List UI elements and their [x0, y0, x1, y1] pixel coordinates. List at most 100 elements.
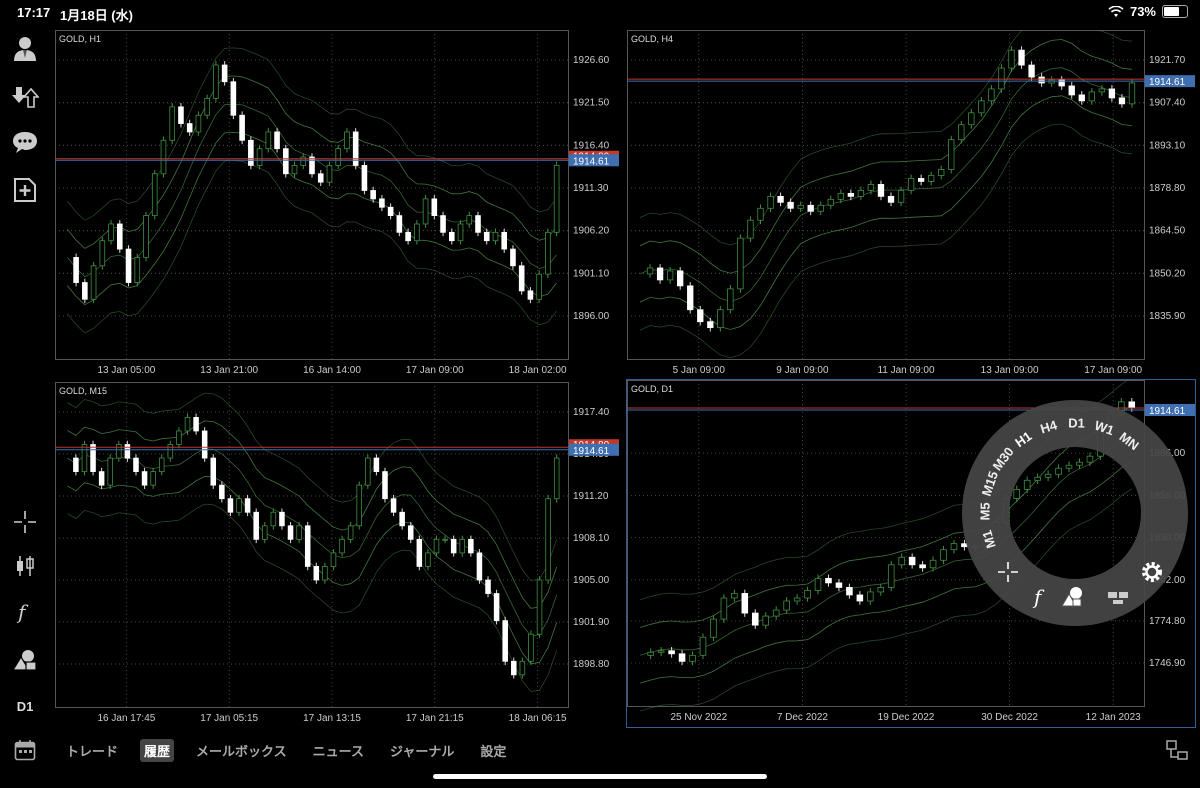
candle-body: [201, 430, 208, 459]
candle-body: [322, 566, 328, 581]
candle-body: [90, 444, 96, 473]
candle-body: [536, 273, 542, 300]
price-tick-label: 1896.00: [573, 311, 610, 322]
candle-body: [1078, 94, 1085, 102]
tab-item[interactable]: メールボックス: [192, 739, 291, 762]
candle-body: [399, 511, 405, 527]
candle-body: [167, 444, 174, 459]
candle-body: [646, 267, 654, 275]
candle-body: [370, 190, 376, 200]
indicators-icon[interactable]: f: [0, 594, 50, 630]
time-tick-label: 7 Dec 2022: [777, 712, 829, 723]
candle-body: [414, 223, 420, 242]
candle-body: [657, 650, 665, 653]
candle-body: [184, 417, 191, 432]
candle-body: [239, 114, 245, 141]
candle-body: [837, 192, 844, 200]
candle-body: [193, 417, 199, 432]
chart-svg-m15[interactable]: 1917.401914.301911.201908.101905.001901.…: [55, 382, 619, 728]
crosshair-icon[interactable]: [0, 504, 50, 540]
chart-type-icon[interactable]: [0, 548, 50, 584]
candle-body: [968, 112, 975, 126]
layout-icon[interactable]: [1166, 740, 1188, 765]
candle-body: [877, 587, 885, 593]
candle-body: [442, 538, 448, 541]
candle-body: [483, 231, 490, 242]
candle-body: [81, 444, 88, 473]
candle-body: [405, 231, 411, 242]
candle-body: [425, 552, 431, 567]
chat-icon[interactable]: [0, 124, 50, 160]
ring-timeframe-m5[interactable]: M5: [977, 502, 992, 520]
candle-body: [339, 538, 345, 554]
tab-item[interactable]: 履歴: [140, 738, 175, 762]
candle-body: [124, 444, 131, 459]
candle-body: [919, 564, 926, 569]
timeframe-ring[interactable]: M1 M5 M15 M30 H1 H4 D1 W1 MN f: [962, 400, 1188, 626]
candle-body: [475, 215, 481, 233]
chart-gold-h4[interactable]: 1921.70 1907.40 1893.10 1878.80 1864.50 1850.…: [627, 30, 1195, 380]
tab-item[interactable]: 設定: [476, 739, 510, 762]
price-tick-label: 1893.10: [1149, 140, 1186, 151]
candle-body: [877, 184, 885, 197]
tab-item[interactable]: トレード: [62, 739, 122, 762]
time-tick-label: 12 Jan 2023: [1086, 712, 1141, 723]
candle-body: [160, 139, 167, 175]
candle-body: [282, 148, 289, 175]
candle-body: [279, 511, 285, 527]
candle-body: [262, 525, 268, 540]
wifi-icon: [1108, 5, 1124, 17]
candle-body: [867, 184, 875, 191]
bottom-tab-bar: トレード 履歴 メールボックス ニュース ジャーナル 設定: [0, 734, 1200, 766]
candle-body: [1038, 76, 1045, 84]
chart-gold-m15[interactable]: 1917.401914.301911.201908.101905.001901.…: [55, 382, 619, 728]
calendar-icon[interactable]: [0, 739, 50, 761]
time-tick-label: 13 Jan 21:00: [200, 365, 258, 376]
objects-icon[interactable]: [0, 642, 50, 678]
candle-body: [108, 223, 114, 242]
candle-body: [1018, 49, 1025, 66]
candle-body: [887, 564, 895, 588]
band-line: [67, 47, 557, 221]
candle-body: [666, 270, 674, 281]
candle-body: [907, 178, 915, 191]
price-tick-label: 1898.80: [573, 659, 610, 670]
tab-item[interactable]: ジャーナル: [386, 739, 458, 762]
candle-body: [938, 169, 945, 176]
candle-body: [668, 650, 675, 655]
candle-body: [287, 525, 294, 540]
candle-body: [141, 471, 148, 486]
candle-body: [416, 538, 423, 567]
candle-body: [204, 98, 210, 116]
tab-item[interactable]: ニュース: [309, 739, 368, 762]
candle-body: [326, 165, 333, 183]
candle-body: [291, 165, 298, 175]
new-chart-icon[interactable]: [0, 172, 50, 208]
band-line: [67, 503, 558, 692]
account-icon[interactable]: [0, 30, 50, 66]
candle-body: [485, 579, 491, 594]
candle-body: [528, 633, 534, 662]
candle-body: [847, 192, 855, 197]
candle-body: [857, 189, 865, 197]
candle-body: [1128, 82, 1136, 105]
candle-body: [176, 430, 182, 445]
band-line: [639, 30, 1133, 246]
chart-svg-h1[interactable]: 1926.60 1921.50 1916.40 1911.30 1906.20 1901.…: [55, 30, 619, 380]
time-tick-label: 30 Dec 2022: [981, 712, 1038, 723]
chart-gold-h1[interactable]: 1926.60 1921.50 1916.40 1911.30 1906.20 1901.…: [55, 30, 619, 380]
timeframe-button[interactable]: D1: [0, 688, 50, 724]
candle-body: [677, 270, 684, 287]
candle-body: [772, 609, 780, 617]
candle-body: [687, 285, 694, 311]
price-tick-label: 1911.20: [573, 491, 609, 502]
candle-body: [236, 498, 242, 513]
candle-body: [1108, 88, 1116, 99]
trade-arrows-icon[interactable]: [0, 78, 50, 114]
chart-svg-h4[interactable]: 1921.70 1907.40 1893.10 1878.80 1864.50 1850.…: [627, 30, 1195, 380]
bid-price-label: 1914.61: [573, 156, 610, 167]
candle-body: [519, 660, 526, 676]
candle-body: [741, 593, 749, 614]
ring-timeframe-d1[interactable]: D1: [1068, 415, 1085, 430]
candle-body: [317, 173, 324, 183]
